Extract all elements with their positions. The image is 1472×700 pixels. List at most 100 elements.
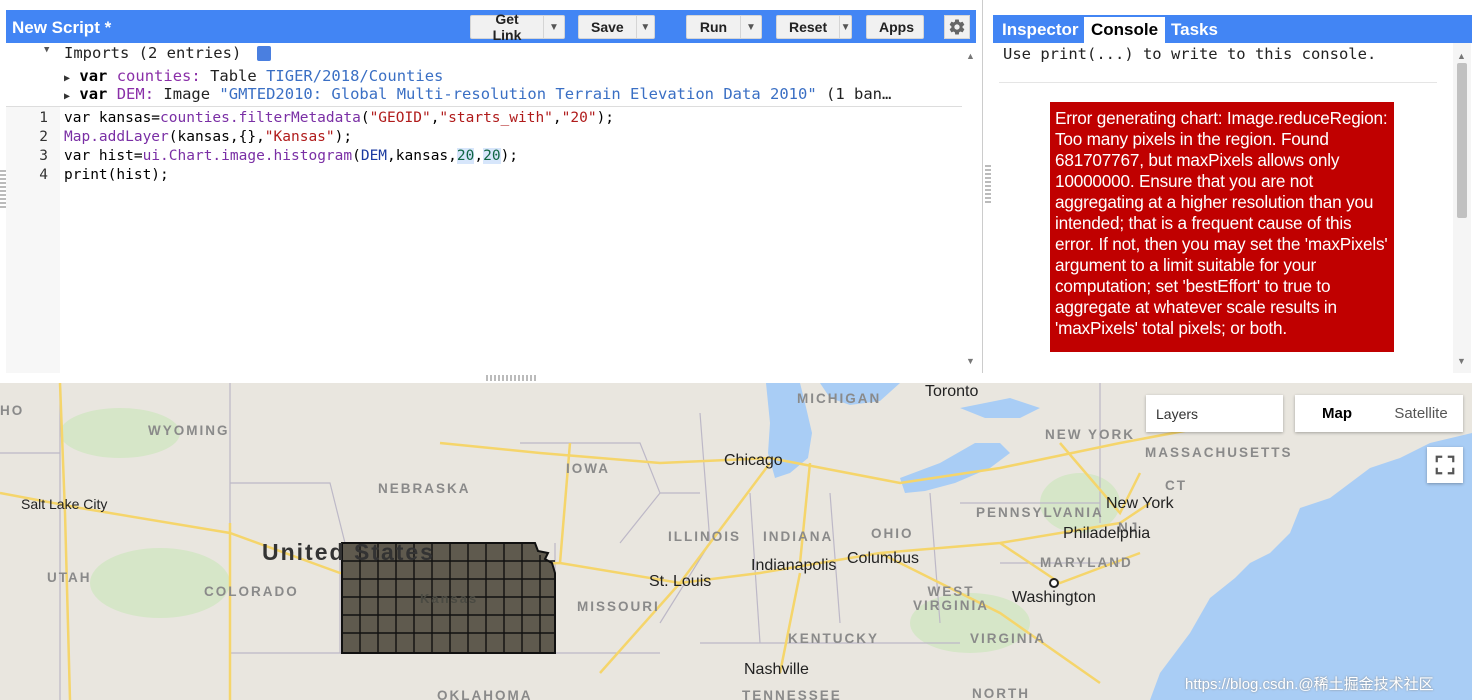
code-text: , <box>474 148 484 164</box>
import-name[interactable]: counties <box>117 67 192 85</box>
code-area[interactable]: var kansas=counties.filterMetadata ( "GEOI… <box>60 107 962 373</box>
state-label: WYOMING <box>148 423 230 438</box>
import-name[interactable]: DEM <box>117 85 145 103</box>
line-number: 2 <box>39 129 48 145</box>
city-label: Salt Lake City <box>21 496 108 512</box>
editor-header: New Script * Get Link ▼ Save ▼ Run ▼ Res… <box>6 10 976 43</box>
code-keyword: var <box>64 148 91 164</box>
lake-ontario <box>960 398 1040 418</box>
imports-section: ▼ Imports (2 entries) ▶ var counties: Ta… <box>6 43 962 107</box>
line-number: 4 <box>39 167 48 183</box>
scroll-up-icon[interactable]: ▲ <box>1457 51 1466 61</box>
watermark: https://blog.csdn.@稀土掘金技术社区 <box>1185 676 1434 693</box>
code-text: ,kansas, <box>387 148 457 164</box>
line-number-gutter: 1 2 3 4 <box>6 107 60 373</box>
state-label: ILLINOIS <box>668 529 741 544</box>
script-title[interactable]: New Script * <box>12 18 111 38</box>
state-label: TENNESSEE <box>742 688 842 700</box>
code-text: ( <box>352 148 361 164</box>
tab-inspector[interactable]: Inspector <box>995 17 1086 43</box>
park-area <box>90 548 230 618</box>
expand-triangle-icon[interactable]: ▶ <box>64 91 70 102</box>
code-function: Map.addLayer <box>64 129 169 145</box>
code-line-3[interactable]: var hist=ui.Chart.image.histogram(DEM,ka… <box>64 148 518 164</box>
state-label: UTAH <box>47 570 92 585</box>
map-type-satellite-button[interactable]: Satellite <box>1379 395 1463 432</box>
state-label: IOWA <box>566 461 610 476</box>
apps-button[interactable]: Apps <box>866 15 924 39</box>
edit-imports-icon[interactable] <box>257 46 271 61</box>
code-text: ); <box>596 110 615 126</box>
collapse-triangle-icon[interactable]: ▼ <box>44 45 49 55</box>
map-resize-handle[interactable] <box>486 375 538 381</box>
save-label: Save <box>591 19 624 35</box>
state-label: CT <box>1165 478 1187 493</box>
scroll-down-icon[interactable]: ▼ <box>1457 356 1466 366</box>
line-number: 1 <box>39 110 48 126</box>
tab-tasks[interactable]: Tasks <box>1164 17 1225 43</box>
code-line-1[interactable]: var kansas=counties.filterMetadata("GEOI… <box>64 110 614 126</box>
apps-label: Apps <box>879 19 914 35</box>
code-text: ); <box>500 148 519 164</box>
chevron-down-icon[interactable]: ▼ <box>740 16 761 38</box>
code-string: "GEOID" <box>369 110 431 126</box>
state-label: NORTH <box>972 686 1030 700</box>
scroll-up-icon[interactable]: ▲ <box>966 51 975 61</box>
run-label: Run <box>699 19 728 35</box>
console-scrollbar[interactable]: ▲ ▼ <box>1453 43 1471 373</box>
import-keyword: var <box>79 67 108 85</box>
city-label: New York <box>1106 495 1174 512</box>
code-function: ui.Chart.image.histogram <box>142 148 353 164</box>
city-label: Washington <box>1012 589 1096 606</box>
chevron-down-icon[interactable]: ▼ <box>635 16 654 38</box>
fullscreen-button[interactable] <box>1427 447 1463 483</box>
layers-button[interactable]: Layers <box>1146 395 1283 432</box>
state-label: WEST VIRGINIA <box>912 584 989 613</box>
scroll-thumb[interactable] <box>1457 63 1467 218</box>
import-entry-counties[interactable]: ▶ var counties: Table TIGER/2018/Countie… <box>64 67 443 85</box>
panel-resize-handle[interactable] <box>985 165 991 205</box>
code-text: hist= <box>90 148 143 164</box>
import-asset-id[interactable]: "GMTED2010: Global Multi-resolution Terr… <box>219 85 816 103</box>
city-label: Indianapolis <box>751 557 837 574</box>
scroll-down-icon[interactable]: ▼ <box>966 356 975 366</box>
map-view[interactable]: HO WYOMING NEBRASKA IOWA MICHIGAN ILLINO… <box>0 383 1472 700</box>
code-string: "20" <box>561 110 597 126</box>
code-text: print(hist); <box>64 167 169 183</box>
reset-label: Reset <box>789 19 828 35</box>
run-button[interactable]: Run ▼ <box>686 15 762 39</box>
get-link-label: Get Link <box>492 11 522 43</box>
get-link-button[interactable]: Get Link ▼ <box>470 11 565 43</box>
editor-scrollbar[interactable]: ▲ ▼ <box>962 43 980 373</box>
settings-button[interactable] <box>944 15 970 39</box>
code-text: , <box>552 110 562 126</box>
code-keyword: var <box>64 110 91 126</box>
tab-console[interactable]: Console <box>1084 17 1166 43</box>
map-type-control: Map Satellite <box>1295 395 1463 432</box>
save-button[interactable]: Save ▼ <box>578 15 655 39</box>
import-asset-id[interactable]: TIGER/2018/Counties <box>266 67 443 85</box>
chevron-down-icon[interactable]: ▼ <box>839 16 851 38</box>
import-entry-dem[interactable]: ▶ var DEM: Image "GMTED2010: Global Mult… <box>64 85 891 103</box>
code-number: 20 <box>456 148 475 164</box>
reset-button[interactable]: Reset ▼ <box>776 15 852 39</box>
code-text: kansas= <box>90 110 161 126</box>
panel-resize-handle[interactable] <box>0 170 6 210</box>
imports-header[interactable]: Imports (2 entries) <box>64 44 241 62</box>
map-type-map-button[interactable]: Map <box>1295 395 1379 432</box>
line-number: 3 <box>39 148 48 164</box>
expand-triangle-icon[interactable]: ▶ <box>64 73 70 84</box>
code-string: "Kansas" <box>264 129 335 145</box>
chevron-down-icon[interactable]: ▼ <box>543 16 564 38</box>
state-label: OKLAHOMA <box>437 688 533 700</box>
code-editor-panel: New Script * Get Link ▼ Save ▼ Run ▼ Res… <box>0 0 983 373</box>
state-label: PENNSYLVANIA <box>976 505 1104 520</box>
code-function: counties.filterMetadata <box>160 110 361 126</box>
city-label: St. Louis <box>649 573 712 590</box>
code-line-2[interactable]: Map.addLayer(kansas,{},"Kansas"); <box>64 129 352 145</box>
city-label: Columbus <box>847 550 920 567</box>
city-label: Philadelphia <box>1063 525 1151 542</box>
code-line-4[interactable]: print(hist); <box>64 167 169 183</box>
divider <box>999 82 1437 83</box>
state-label: MASSACHUSETTS <box>1145 445 1293 460</box>
